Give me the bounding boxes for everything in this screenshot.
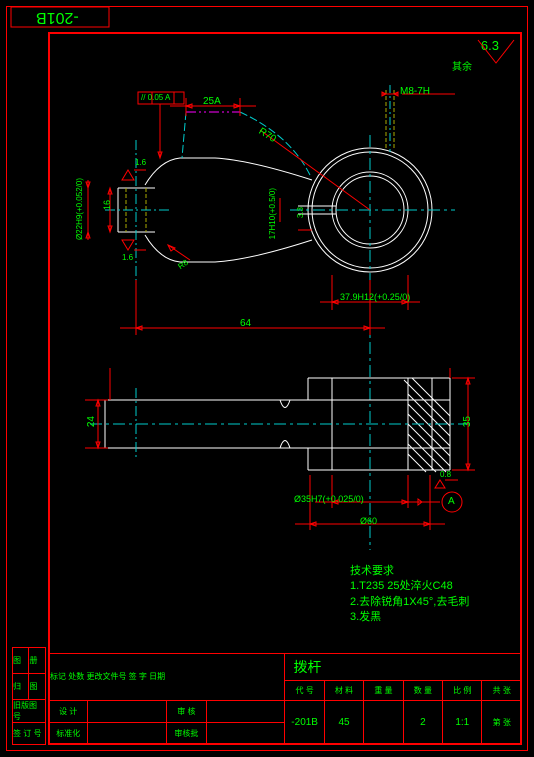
finish-1: 1.6: [135, 158, 146, 167]
rev-header: 标记 处数 更改文件号 签 字 日期: [49, 654, 285, 701]
dim-25a: 25A: [203, 96, 221, 107]
col-sheet: 共 张: [482, 681, 522, 701]
finish-08: 0.8: [440, 470, 451, 479]
checked-label: 审 核: [167, 700, 206, 722]
dim-bore35: Ø35H7(+0.025/0): [294, 494, 364, 504]
col-qty: 数 量: [403, 681, 442, 701]
part-name: 拨杆: [285, 654, 522, 681]
dim-od60: Ø60: [360, 516, 377, 526]
drawing-number-box: [10, 6, 110, 28]
col-scale: 比 例: [443, 681, 482, 701]
main-drawing: [60, 80, 520, 560]
dim-379: 37.9H12(+0.25/0): [340, 292, 410, 302]
col-weight: 重 量: [364, 681, 403, 701]
dim-shaft: Ø22H9(+0.052/0): [75, 178, 84, 240]
dim-17: 17H10(+0.5/0): [268, 188, 277, 239]
tech-req-1: 1.T235 25处淬火C48: [350, 579, 469, 594]
val-code: -201B: [285, 700, 324, 744]
side-labels: 图册 归图 旧版图 号 签 订 号: [12, 647, 46, 745]
col-code: 代 号: [285, 681, 324, 701]
dim-16: 16: [102, 200, 112, 210]
finish-2: 1.6: [122, 253, 133, 262]
dim-35: 35: [462, 416, 473, 427]
surface-finish-note: 其余: [452, 58, 472, 73]
val-sheet: 第 张: [482, 700, 522, 744]
proofed-label: 审核批: [167, 722, 206, 744]
designed-label: 设 计: [49, 700, 88, 722]
approved-label: 标准化: [49, 722, 88, 744]
val-qty: 2: [403, 700, 442, 744]
dim-24: 24: [86, 416, 97, 427]
dim-thread: M8-7H: [400, 86, 430, 97]
val-scale: 1:1: [443, 700, 482, 744]
tech-req-3: 3.发黑: [350, 610, 469, 625]
val-material: 45: [324, 700, 363, 744]
tech-req-title: 技术要求: [350, 564, 469, 579]
dim-parallel: // 0.05 A: [141, 93, 170, 102]
col-material: 材 料: [324, 681, 363, 701]
datum-a: A: [448, 496, 455, 507]
tech-req-2: 2.去除锐角1X45°,去毛刺: [350, 595, 469, 610]
tech-requirements: 技术要求 1.T235 25处淬火C48 2.去除锐角1X45°,去毛刺 3.发…: [350, 564, 469, 626]
dim-33: 3.3: [296, 207, 305, 218]
title-block: 标记 处数 更改文件号 签 字 日期 拨杆 代 号 材 料 重 量 数 量 比 …: [48, 653, 522, 745]
dim-64: 64: [240, 318, 251, 329]
surface-finish-triangle-icon: [476, 38, 516, 66]
